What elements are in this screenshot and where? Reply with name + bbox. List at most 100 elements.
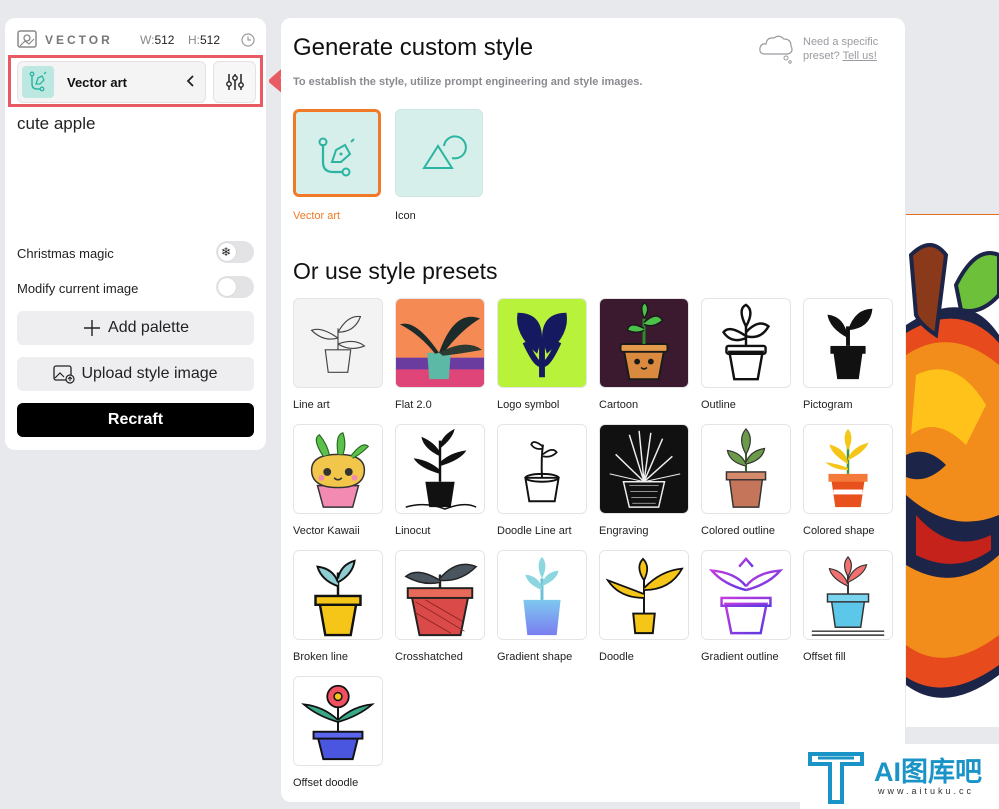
- plant-pot-thumbnail: [702, 299, 790, 387]
- plant-pot-thumbnail: [804, 425, 892, 513]
- help-line-2: preset?: [803, 50, 840, 62]
- preset-line-art[interactable]: [293, 298, 383, 388]
- plant-pot-thumbnail: [600, 299, 688, 387]
- plant-pot-thumbnail: [396, 551, 484, 639]
- plant-pot-thumbnail: [396, 425, 484, 513]
- preset-label: Crosshatched: [395, 651, 463, 663]
- preset-cartoon[interactable]: [599, 298, 689, 388]
- prompt-input[interactable]: cute apple: [17, 114, 253, 134]
- brand-name: VECTOR: [45, 33, 113, 47]
- apple-artwork: [906, 215, 999, 727]
- preset-label: Offset doodle: [293, 777, 359, 789]
- preset-crosshatched[interactable]: [395, 550, 485, 640]
- preset-label: Vector Kawaii: [293, 525, 360, 537]
- preset-label: Logo symbol: [497, 399, 560, 411]
- plant-pot-thumbnail: [498, 299, 586, 387]
- cloud-icon: [759, 35, 793, 64]
- preset-linocut[interactable]: [395, 424, 485, 514]
- preset-label: Outline: [701, 399, 736, 411]
- modify-image-label: Modify current image: [17, 281, 139, 296]
- plant-pot-thumbnail: [498, 425, 586, 513]
- custom-style-label: Icon: [395, 210, 416, 222]
- preset-label: Gradient shape: [497, 651, 573, 663]
- preset-outline[interactable]: [701, 298, 791, 388]
- christmas-magic-row: Christmas magic ❄: [17, 241, 254, 265]
- page-subtitle: To establish the style, utilize prompt e…: [293, 76, 643, 88]
- plus-icon: [84, 320, 101, 336]
- preset-flat-2-0[interactable]: [395, 298, 485, 388]
- plant-pot-thumbnail: [294, 677, 382, 765]
- presets-title: Or use style presets: [293, 258, 498, 284]
- history-icon[interactable]: [241, 33, 255, 47]
- preset-label: Engraving: [599, 525, 649, 537]
- preset-logo-symbol[interactable]: [497, 298, 587, 388]
- preset-broken-line[interactable]: [293, 550, 383, 640]
- plant-pot-thumbnail: [702, 551, 790, 639]
- shapes-icon: [422, 135, 467, 169]
- canvas-artwork: [906, 214, 999, 727]
- custom-style-icon[interactable]: [395, 109, 483, 197]
- watermark-text: AI图库吧: [874, 757, 982, 787]
- preset-offset-fill[interactable]: [803, 550, 893, 640]
- watermark-logo-icon: [808, 752, 864, 804]
- plant-pot-thumbnail: [294, 299, 382, 387]
- left-panel: VECTOR W:512 H:512 Vector art cute apple…: [5, 18, 266, 450]
- preset-label: Colored outline: [701, 525, 775, 537]
- christmas-magic-toggle[interactable]: ❄: [216, 241, 254, 263]
- preset-gradient-shape[interactable]: [497, 550, 587, 640]
- page-title: Generate custom style: [293, 34, 534, 61]
- plant-pot-thumbnail: [600, 551, 688, 639]
- plant-pot-thumbnail: [294, 425, 382, 513]
- tell-us-link[interactable]: Tell us!: [843, 50, 877, 62]
- preset-gradient-outline[interactable]: [701, 550, 791, 640]
- preset-label: Pictogram: [803, 399, 853, 411]
- preset-doodle-line-art[interactable]: [497, 424, 587, 514]
- width-value: 512: [154, 33, 175, 47]
- preset-label: Flat 2.0: [395, 399, 432, 411]
- style-picker-panel: Generate custom style To establish the s…: [281, 18, 905, 802]
- preset-offset-doodle[interactable]: [293, 676, 383, 766]
- christmas-magic-label: Christmas magic: [17, 246, 114, 261]
- width-readout[interactable]: W:512: [140, 33, 174, 47]
- watermark-url: www.aituku.cc: [878, 786, 975, 796]
- panel-header: VECTOR W:512 H:512: [17, 30, 255, 50]
- preset-label: Linocut: [395, 525, 431, 537]
- modify-image-row: Modify current image: [17, 276, 254, 300]
- preset-pictogram[interactable]: [803, 298, 893, 388]
- modify-image-toggle[interactable]: [216, 276, 254, 298]
- watermark: AI图库吧 www.aituku.cc: [800, 744, 999, 809]
- preset-engraving[interactable]: [599, 424, 689, 514]
- height-readout[interactable]: H:512: [188, 33, 220, 47]
- plant-pot-thumbnail: [294, 551, 382, 639]
- width-label: W:: [140, 33, 155, 47]
- custom-style-vector-art[interactable]: [293, 109, 381, 197]
- custom-style-label: Vector art: [293, 210, 341, 222]
- plant-pot-thumbnail: [804, 551, 892, 639]
- plant-pot-thumbnail: [804, 299, 892, 387]
- recraft-button[interactable]: Recraft: [17, 403, 254, 437]
- preset-label: Cartoon: [599, 399, 639, 411]
- plant-pot-thumbnail: [600, 425, 688, 513]
- request-preset-text: Need a specific preset? Tell us!: [803, 35, 878, 63]
- preset-label: Gradient outline: [701, 651, 779, 663]
- upload-style-label: Upload style image: [81, 365, 218, 382]
- height-label: H:: [188, 33, 200, 47]
- image-frame-icon: [17, 30, 37, 48]
- preset-label: Doodle Line art: [497, 525, 572, 537]
- annotation-highlight-box: [8, 55, 263, 107]
- preset-doodle[interactable]: [599, 550, 689, 640]
- add-palette-button[interactable]: Add palette: [17, 311, 254, 345]
- preset-label: Line art: [293, 399, 330, 411]
- preset-colored-shape[interactable]: [803, 424, 893, 514]
- preset-label: Offset fill: [803, 651, 846, 663]
- add-palette-label: Add palette: [108, 319, 189, 336]
- upload-style-image-button[interactable]: Upload style image: [17, 357, 254, 391]
- preset-colored-outline[interactable]: [701, 424, 791, 514]
- preset-label: Broken line: [293, 651, 349, 663]
- preset-label: Doodle: [599, 651, 634, 663]
- toggle-knob: [218, 278, 236, 296]
- pen-tool-icon: [318, 137, 355, 177]
- preset-vector-kawaii[interactable]: [293, 424, 383, 514]
- request-preset-box: Need a specific preset? Tell us!: [757, 32, 892, 68]
- height-value: 512: [200, 33, 221, 47]
